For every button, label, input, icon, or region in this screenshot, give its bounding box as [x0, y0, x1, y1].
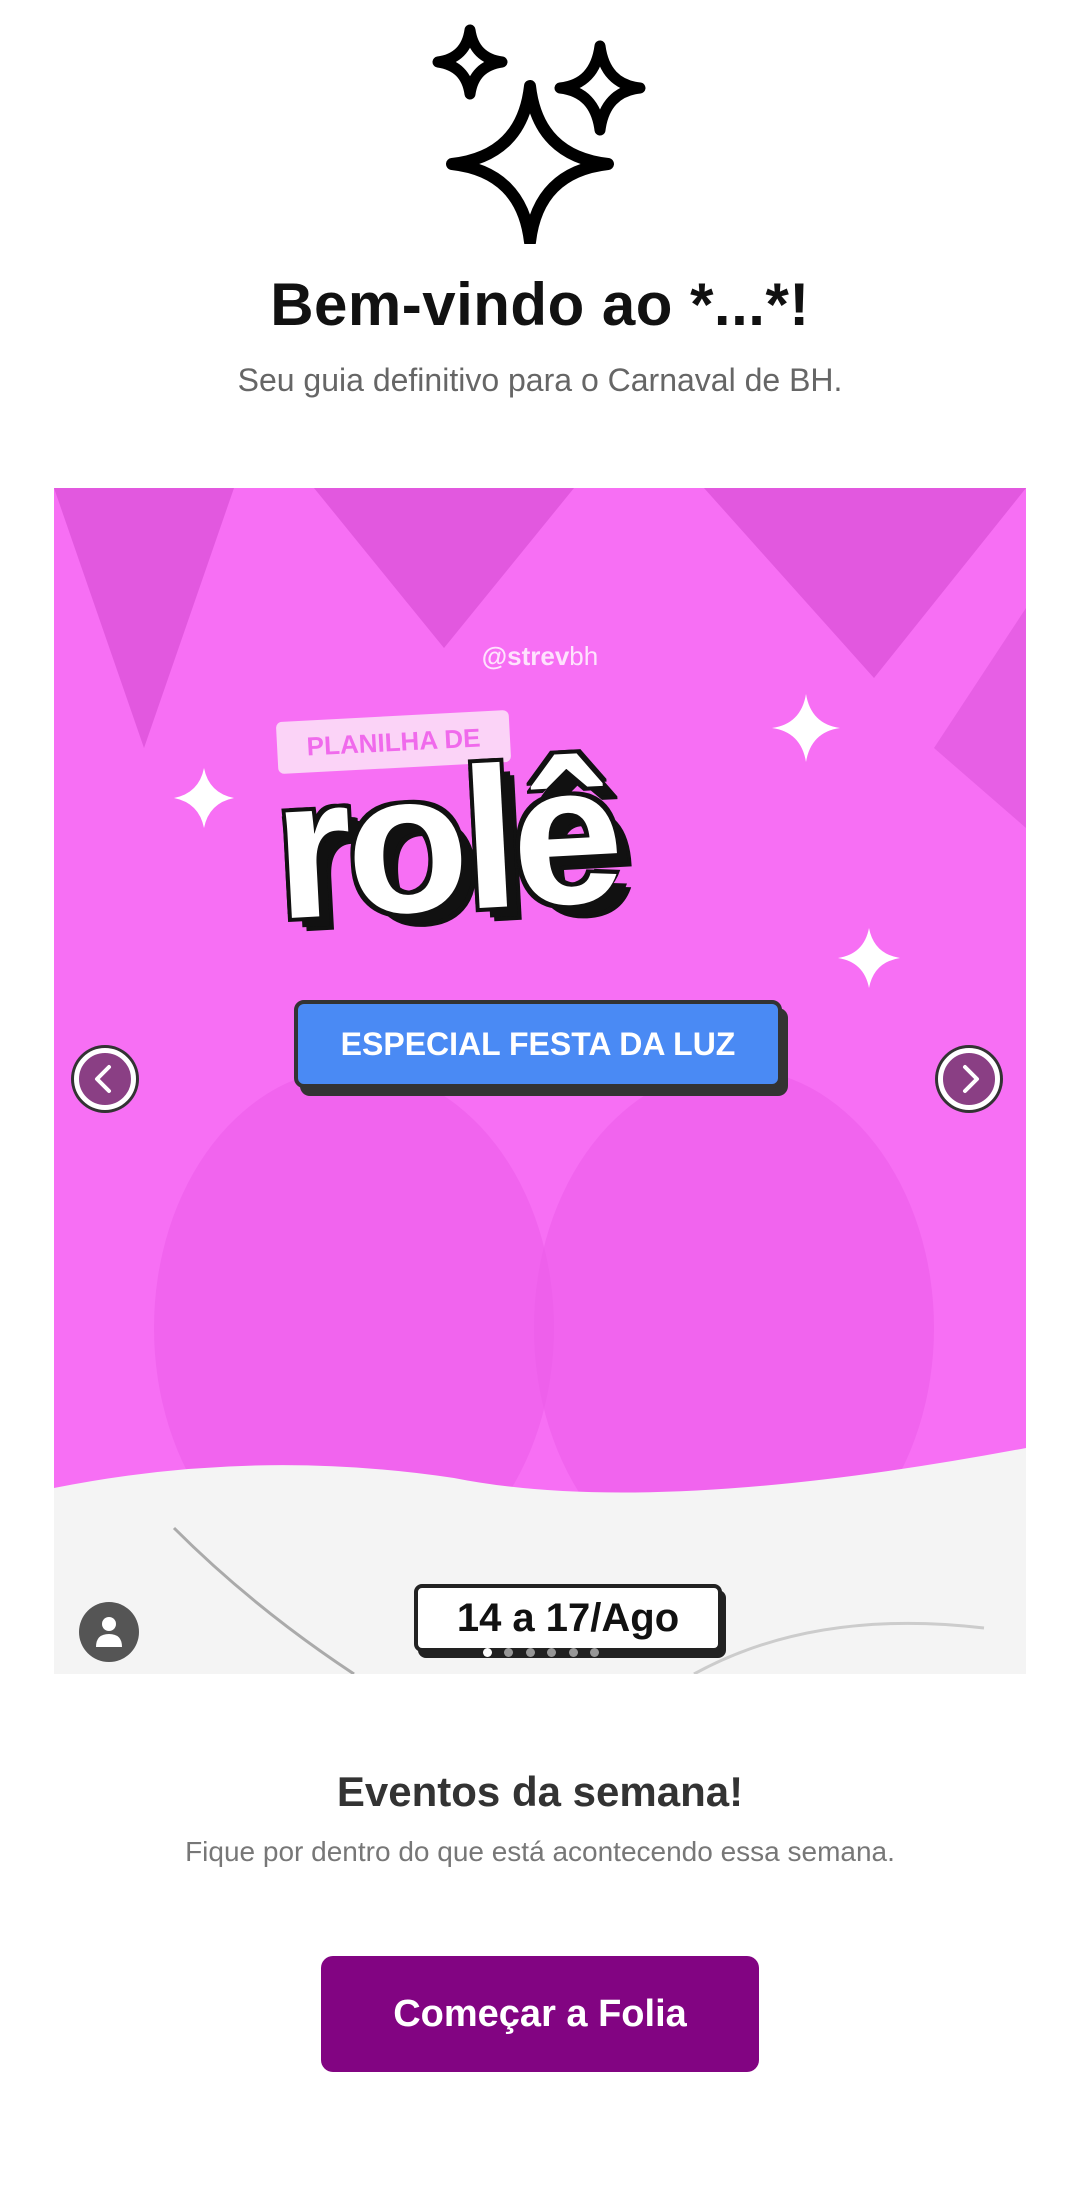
image-carousel[interactable]: @strevbh PLANILHA DE rolê ESPECIAL FESTA…: [54, 488, 1026, 1674]
slide-headline: rolê: [268, 720, 623, 962]
carousel-dot[interactable]: [525, 1648, 535, 1657]
carousel-dot[interactable]: [483, 1648, 492, 1657]
slide-dates: 14 a 17/Ago: [414, 1584, 722, 1652]
avatar[interactable]: [79, 1602, 139, 1662]
carousel-indicators: [479, 1644, 639, 1658]
page-title: Bem-vindo ao *...*!: [270, 271, 810, 338]
carousel-next-button[interactable]: [938, 1048, 1000, 1110]
slide-banner: ESPECIAL FESTA DA LUZ: [294, 1000, 782, 1088]
carousel-dot[interactable]: [547, 1648, 557, 1657]
chevron-left-icon: [95, 1065, 111, 1093]
carousel-dot[interactable]: [504, 1648, 514, 1657]
carousel-dot[interactable]: [568, 1648, 578, 1657]
carousel-dot[interactable]: [590, 1648, 600, 1657]
chevron-right-icon: [963, 1065, 979, 1093]
slide-handle: @strevbh: [481, 641, 599, 671]
page-subtitle: Seu guia definitivo para o Carnaval de B…: [237, 362, 843, 398]
carousel-prev-button[interactable]: [74, 1048, 136, 1110]
events-title: Eventos da semana!: [336, 1768, 744, 1815]
start-folia-button[interactable]: Começar a Folia: [321, 1956, 759, 2072]
events-subtitle: Fique por dentro do que está acontecendo…: [185, 1836, 895, 1867]
user-icon: [96, 1617, 122, 1647]
sparkles-icon: [430, 24, 650, 248]
